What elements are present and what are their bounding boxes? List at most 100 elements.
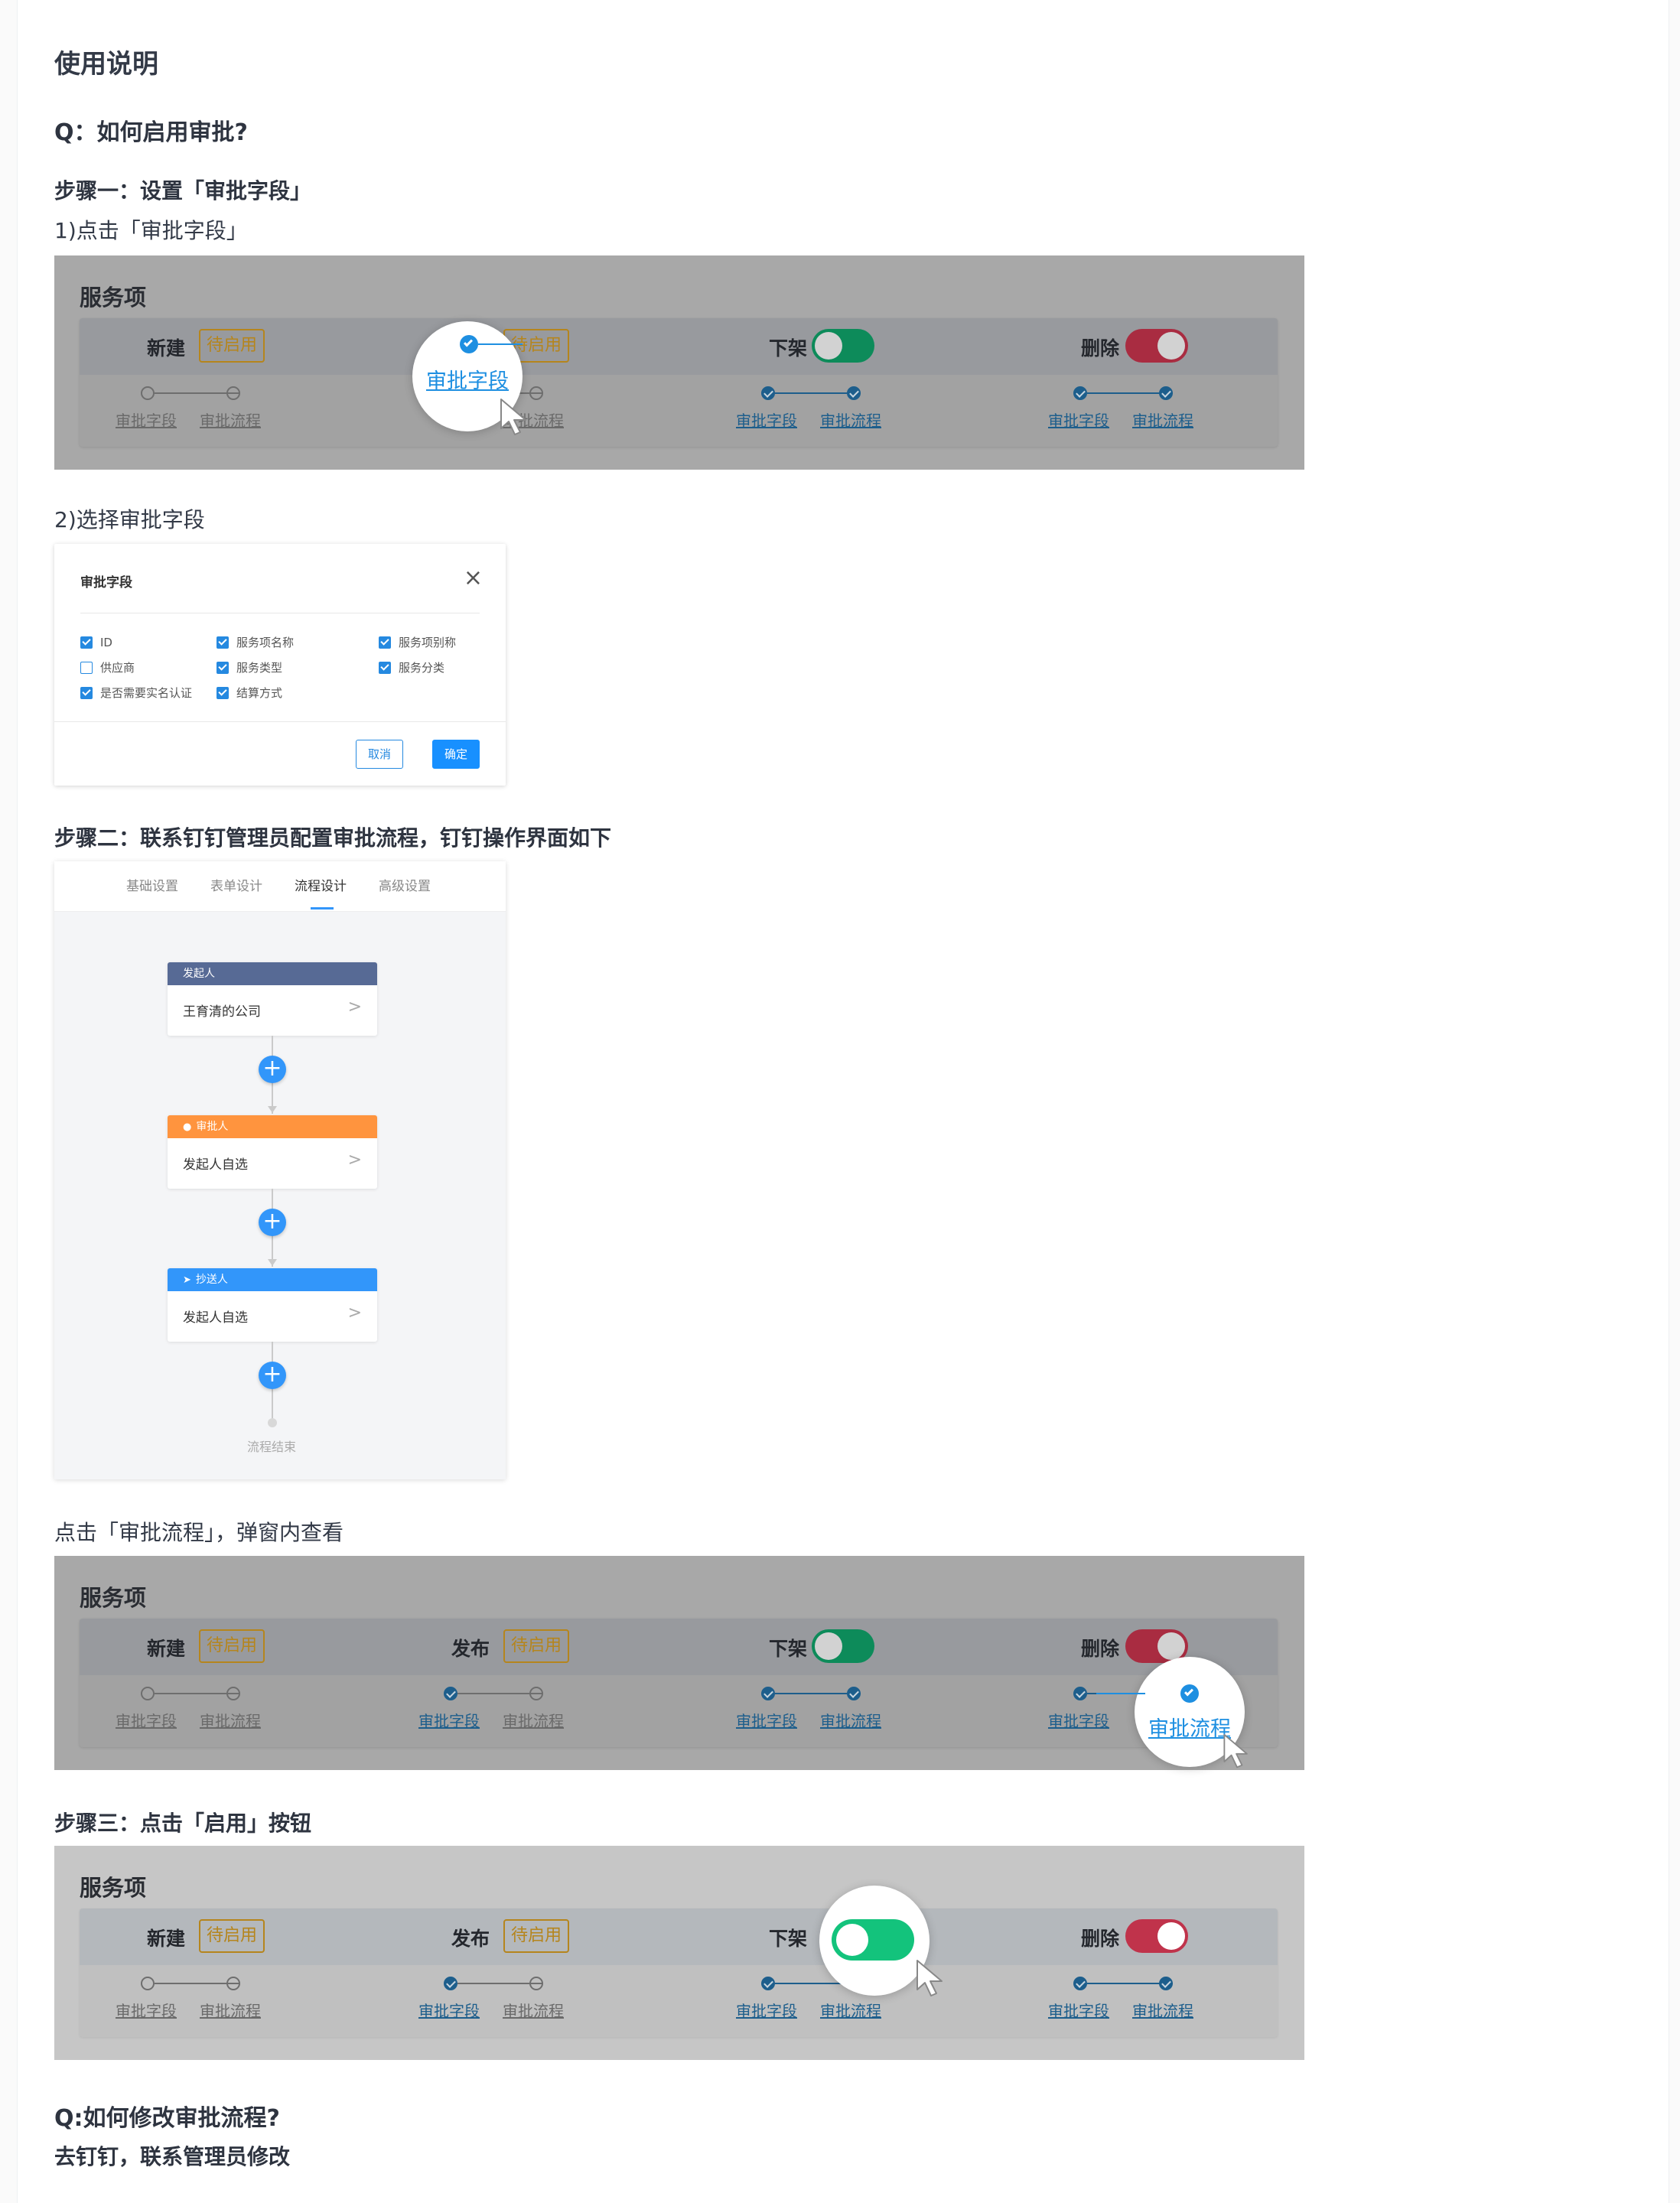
checkbox-id[interactable]: ID <box>80 636 112 649</box>
enable-toggle[interactable] <box>832 1919 914 1961</box>
panel-title: 服务项 <box>80 285 147 311</box>
step-link-flow[interactable]: 审批流程 <box>200 1999 261 2021</box>
delete-toggle[interactable] <box>1125 329 1188 363</box>
active-tab-indicator <box>311 907 334 910</box>
tab-basic-settings[interactable]: 基础设置 <box>126 875 178 894</box>
pending-badge[interactable]: 待启用 <box>199 329 265 363</box>
node-initiator[interactable]: 发起人 王育清的公司 > <box>168 962 377 1036</box>
checkbox-checked-icon <box>379 662 391 674</box>
close-icon[interactable]: × <box>464 567 483 590</box>
step-dot-field-done <box>761 1687 775 1700</box>
checkbox-service-type[interactable]: 服务类型 <box>217 661 282 675</box>
step-link-flow[interactable]: 审批流程 <box>820 1709 881 1731</box>
step-link-field[interactable]: 审批字段 <box>736 408 797 431</box>
step-link-flow[interactable]: 审批流程 <box>503 1709 564 1731</box>
check-circle-icon <box>460 335 478 353</box>
toggle-knob <box>815 332 842 360</box>
checkbox-realname[interactable]: 是否需要实名认证 <box>80 686 192 700</box>
status-column-delete: 删除 审批字段 审批流程 <box>1012 1909 1310 2037</box>
divider <box>54 721 506 722</box>
status-column-publish: 发布 待启用 审批字段 审批流程 <box>383 1619 681 1747</box>
status-label-publish: 发布 <box>451 1928 490 1950</box>
tab-advanced-settings[interactable]: 高级设置 <box>379 875 431 894</box>
tab-form-design[interactable]: 表单设计 <box>210 875 262 894</box>
step-link-field[interactable]: 审批字段 <box>736 1999 797 2021</box>
highlighted-flow-link[interactable]: 审批流程 <box>1148 1712 1231 1742</box>
offline-toggle[interactable] <box>812 1629 874 1663</box>
step-link-field[interactable]: 审批字段 <box>116 1709 177 1731</box>
checkbox-unchecked-icon <box>80 662 93 674</box>
step-dot-flow <box>226 1977 240 1990</box>
checkbox-settlement[interactable]: 结算方式 <box>217 686 282 700</box>
step-dot-field <box>141 386 155 400</box>
status-board: 新建 待启用 审批字段 审批流程 发布 待启用 审批字段 审批流程 下架 审批字… <box>80 1619 1278 1747</box>
status-label-offline: 下架 <box>769 1638 808 1660</box>
checkbox-supplier[interactable]: 供应商 <box>80 661 135 675</box>
chevron-right-icon: > <box>347 1303 362 1323</box>
step-link-field[interactable]: 审批字段 <box>418 1999 480 2021</box>
page-title: 使用说明 <box>54 49 158 80</box>
step-dot-field-done <box>444 1687 457 1700</box>
step-link-field[interactable]: 审批字段 <box>116 408 177 431</box>
node-cc[interactable]: ➤ 抄送人 发起人自选 > <box>168 1268 377 1342</box>
checkbox-checked-icon <box>217 662 229 674</box>
add-node-button[interactable]: + <box>259 1056 286 1083</box>
step-link-field[interactable]: 审批字段 <box>418 1709 480 1731</box>
step-link-flow[interactable]: 审批流程 <box>820 1999 881 2021</box>
node-body: 发起人自选 <box>183 1310 248 1326</box>
add-node-button[interactable]: + <box>259 1209 286 1236</box>
toggle-knob <box>1157 1632 1185 1660</box>
step-2-sub: 点击「审批流程」，弹窗内查看 <box>54 1520 344 1545</box>
step-link-flow[interactable]: 审批流程 <box>820 408 881 431</box>
tab-flow-design[interactable]: 流程设计 <box>295 875 347 894</box>
step-link-field[interactable]: 审批字段 <box>116 1999 177 2021</box>
pending-badge[interactable]: 待启用 <box>199 1919 265 1953</box>
node-header: ● 审批人 <box>168 1115 377 1138</box>
offline-toggle[interactable] <box>812 329 874 363</box>
checkbox-service-category[interactable]: 服务分类 <box>379 661 444 675</box>
toggle-knob <box>1157 1922 1185 1950</box>
step-dot-field-done <box>1073 1977 1087 1990</box>
checkbox-checked-icon <box>80 687 93 699</box>
checkbox-service-name[interactable]: 服务项名称 <box>217 636 294 649</box>
step-link-field[interactable]: 审批字段 <box>736 1709 797 1731</box>
step-link-flow[interactable]: 审批流程 <box>1132 1999 1193 2021</box>
step-link-flow[interactable]: 审批流程 <box>200 408 261 431</box>
status-column-delete: 删除 审批字段 审批流程 <box>1012 318 1310 447</box>
mouse-pointer-icon <box>500 399 526 435</box>
arrow-down-icon <box>268 1106 277 1113</box>
pending-badge[interactable]: 待启用 <box>503 1919 570 1953</box>
step-2-heading: 步骤二：联系钉钉管理员配置审批流程，钉钉操作界面如下 <box>54 825 612 851</box>
step-dot-field-done <box>761 1977 775 1990</box>
step-link-field[interactable]: 审批字段 <box>1048 1999 1109 2021</box>
step-link-field[interactable]: 审批字段 <box>1048 1709 1109 1731</box>
pending-badge[interactable]: 待启用 <box>199 1629 265 1663</box>
spotlight-highlight <box>819 1886 930 1996</box>
checkbox-service-alias[interactable]: 服务项别称 <box>379 636 456 649</box>
step-3-heading: 步骤三：点击「启用」按钮 <box>54 1811 312 1836</box>
status-label-publish: 发布 <box>451 1638 490 1660</box>
toggle-knob <box>815 1632 842 1660</box>
step-dot-flow-done <box>1159 1977 1173 1990</box>
answer-2: 去钉钉，联系管理员修改 <box>54 2144 291 2169</box>
node-approver[interactable]: ● 审批人 发起人自选 > <box>168 1115 377 1189</box>
step-link-field[interactable]: 审批字段 <box>1048 408 1109 431</box>
pending-badge[interactable]: 待启用 <box>503 1629 570 1663</box>
toggle-knob <box>836 1924 868 1956</box>
dialog-title: 审批字段 <box>80 575 132 591</box>
step-link-flow[interactable]: 审批流程 <box>503 1999 564 2021</box>
cancel-button[interactable]: 取消 <box>356 740 403 769</box>
service-status-panel-3: 服务项 新建 待启用 审批字段 审批流程 发布 待启用 审批字段 审批流程 下架… <box>54 1846 1304 2060</box>
mouse-pointer-icon <box>917 1960 943 1996</box>
step-link-flow[interactable]: 审批流程 <box>200 1709 261 1731</box>
step-1-heading: 步骤一：设置「审批字段」 <box>54 178 312 203</box>
node-body: 王育清的公司 <box>183 1004 261 1020</box>
add-node-button[interactable]: + <box>259 1362 286 1389</box>
confirm-button[interactable]: 确定 <box>432 740 480 769</box>
step-link-flow[interactable]: 审批流程 <box>1132 408 1193 431</box>
delete-toggle[interactable] <box>1125 1919 1188 1953</box>
highlighted-field-link[interactable]: 审批字段 <box>426 364 509 394</box>
step-dot-flow-done <box>847 386 861 400</box>
panel-title: 服务项 <box>80 1875 147 1901</box>
status-column-new: 新建 待启用 审批字段 审批流程 <box>80 318 378 447</box>
